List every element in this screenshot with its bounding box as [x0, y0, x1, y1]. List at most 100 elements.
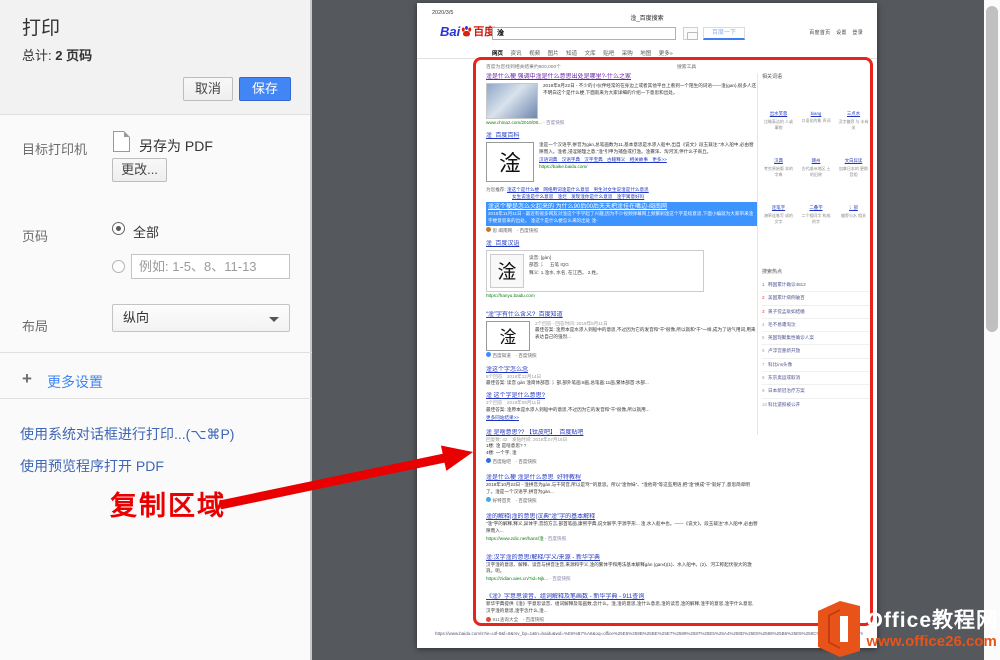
result-source: 百度贴吧 - 百度快照	[486, 458, 758, 465]
result-item: 淦 这个字是什么意思? 3个回答 2019年09月11日 最佳答案: 淦原本是水…	[486, 392, 758, 420]
system-dialog-print-link[interactable]: 使用系统对话框进行打印...(⌥⌘P)	[20, 424, 234, 444]
hot-search-item[interactable]: 3黄子佼孟耿如结婚	[762, 306, 870, 319]
snapshot-link[interactable]: - 百度快照	[543, 120, 564, 125]
cancel-button[interactable]: 取消	[183, 77, 233, 101]
related-words-title: 相关词语	[762, 73, 874, 80]
hot-search-item[interactable]: 5英国现聚集性确诊人案	[762, 332, 870, 345]
print-dialog-panel: 打印 总计: 2 页码 取消 保存 目标打印机 另存为 PDF 更改... 页码…	[0, 0, 312, 660]
result-title-link[interactable]: 淦是什么梗 淦是什么意思_好特教程	[486, 474, 758, 482]
hot-search-item[interactable]: 7科比ins头像	[762, 359, 870, 372]
text-selection-highlight: 淦这个梗是怎么火起来的 为什么90后00后天天把淦挂在嘴边-闽南网 2019年1…	[486, 202, 758, 226]
divider	[417, 58, 877, 59]
search-input[interactable]: 淦	[492, 27, 676, 40]
more-settings-link[interactable]: 更多设置	[47, 372, 103, 392]
related-word: 二叠字二个相同字 构成的字	[800, 205, 833, 224]
tieba-icon	[486, 458, 491, 463]
zhidao-icon	[486, 352, 491, 357]
result-title-link[interactable]: “淦”字有什么含义?_百度知道	[486, 311, 758, 319]
result-url: https://baike.baidu.com/	[539, 163, 757, 170]
hot-search-item[interactable]: 2美国累计病例破百	[762, 292, 870, 305]
result-item: 淦_百度汉语 淦 读音: [gàn] 部首: 氵 五笔 IQG 释义: 1.淦水…	[486, 240, 758, 299]
hot-search-item[interactable]: 10科比遗照被公开	[762, 399, 870, 411]
result-title-link[interactable]: 淦是什么梗 强调中淦是什么意思出处是哪里?-什么之家	[486, 73, 758, 81]
watermark-title: Office教程网	[866, 609, 998, 633]
result-url: https://zidian.aies.cn/?id=Njk...	[486, 576, 548, 581]
pages-all-label: 全部	[133, 222, 159, 241]
gan-character-image: 淦	[486, 142, 534, 182]
print-header-title: 淦_百度搜索	[417, 13, 877, 22]
save-button[interactable]: 保存	[239, 77, 291, 101]
result-item: “淦”字有什么含义?_百度知道 淦 2个回答 - 回答时间: 2019年8月11…	[486, 311, 758, 359]
layout-value: 纵向	[123, 310, 149, 325]
result-item: 淦:汉字淦的意思/解释/字义/来源 - 新华字典 汉字淦的意思、解释、读音与拼音…	[486, 554, 758, 583]
destination-label: 目标打印机	[22, 139, 87, 158]
baidu-paw-icon	[460, 25, 473, 38]
hot-search-item[interactable]: 6卢浮宫重新开放	[762, 345, 870, 358]
snapshot-link[interactable]: - 百度快照	[545, 536, 566, 541]
result-title-link[interactable]: 淦:汉字淦的意思/解释/字义/来源 - 新华字典	[486, 554, 758, 562]
result-title-link[interactable]: 淦这个梗是怎么火起来的 为什么90后00后天天把淦挂在嘴边-闽南网	[488, 203, 756, 211]
change-printer-button[interactable]: 更改...	[112, 158, 167, 182]
result-item: 淦是什么梗 强调中淦是什么意思出处是哪里?-什么之家 2019年8月22日 - …	[486, 73, 758, 126]
result-tabs[interactable]: 网页 资讯 视频 图片 知道 文库 贴吧 采购 地图 更多»	[492, 49, 673, 57]
hanyu-card: 淦 读音: [gàn] 部首: 氵 五笔 IQG 释义: 1.淦水, 水名, 在…	[486, 250, 704, 292]
hot-search-item[interactable]: 4毛不易遭淘汰	[762, 319, 870, 332]
result-title-link[interactable]: 淦这个字怎么念	[486, 366, 758, 374]
top-links[interactable]: 百度首页 设置 登录	[809, 29, 863, 36]
baidu-search-button[interactable]: 百度一下	[703, 27, 745, 40]
result-item-selected: 淦这个梗是怎么火起来的 为什么90后00后天天把淦挂在嘴边-闽南网 2019年1…	[486, 202, 758, 234]
related-word: 连笔字潦草连笔写 成的文字	[762, 205, 795, 224]
camera-icon[interactable]	[683, 27, 698, 40]
gan-character-image: 淦	[486, 321, 530, 351]
more-site-results-link[interactable]: 更多同站结果>>	[486, 414, 758, 421]
hot-search-title: 搜索热点	[762, 268, 870, 275]
related-word: biang口语化的象 声词	[800, 111, 833, 130]
recommend-row: 为您推荐: 淦这个是什么梗 网络用词淦是什么意思 男生对女生说淦是什么意思 女生…	[486, 186, 758, 200]
hot-search-item[interactable]: 8东京奥运或取消	[762, 372, 870, 385]
divider	[0, 352, 312, 353]
copy-area-annotation: 复制区域	[110, 484, 226, 523]
layout-dropdown[interactable]: 纵向	[112, 304, 290, 332]
preview-scrollbar[interactable]	[984, 0, 1000, 660]
result-title-link[interactable]: 淦的解释|淦的意思|汉典“淦”字的基本解释	[486, 513, 758, 521]
related-word: 汉典考究原始版 本的字典	[762, 158, 795, 177]
related-word: 出水芙蓉比喻高洁的 人或事物	[762, 111, 795, 130]
result-url: www.chinaz.com/2019/08...	[486, 120, 542, 125]
gan-character-image: 淦	[490, 254, 524, 288]
pages-custom-radio[interactable]	[112, 260, 125, 273]
result-title-link[interactable]: 淦_百度汉语	[486, 240, 758, 248]
result-item: 淦是什么梗 淦是什么意思_好特教程 2019年10月22日 - 淦拼音为gàn,…	[486, 474, 758, 504]
result-source: 好特首页 - 百度快照	[486, 497, 758, 504]
destination-value: 另存为 PDF	[139, 136, 213, 156]
hot-search-item[interactable]: 9日本新冠治疗方案	[762, 385, 870, 398]
baidu-logo: Bai 百度	[440, 23, 495, 39]
pdf-document-icon	[113, 131, 130, 152]
tab-web[interactable]: 网页	[492, 51, 503, 57]
open-pdf-preview-link[interactable]: 使用预览程序打开 PDF	[20, 456, 164, 476]
hot-search-item[interactable]: 1韩国累计确诊4812	[762, 279, 870, 292]
recommend-links[interactable]: 淦这个是什么梗 网络用词淦是什么意思 男生对女生说淦是什么意思	[507, 187, 649, 192]
related-word: 氵部偏旁与水 相关	[837, 205, 870, 224]
result-item: 淦的解释|淦的意思|汉典“淦”字的基本解释 “淦”字的解释,释义,异体字,音韵方…	[486, 513, 758, 542]
related-word: 赣州古代虔州地区 土的旧称	[800, 158, 833, 177]
search-results: 淦是什么梗 强调中淦是什么意思出处是哪里?-什么之家 2019年8月22日 - …	[486, 73, 758, 623]
result-stats: 百度为您找到相关结果约800,000个 搜索工具	[486, 63, 766, 70]
site-icon	[486, 227, 491, 232]
divider	[0, 398, 312, 399]
pages-all-radio[interactable]	[112, 222, 125, 235]
pages-range-input[interactable]	[131, 254, 290, 279]
result-item: 淦_百度百科 淦 淦是一个汉语字,拼音为gàn,总笔画数为11,基本意思是水渗入…	[486, 132, 758, 182]
result-item: 《淦》字意思读音、组词解释及笔画数 - 新华字典 - 911查询 新华字典提供《…	[486, 593, 758, 623]
result-title-link[interactable]: 淦 是啥意思?? 【钛皮吧】_百度贴吧	[486, 429, 758, 437]
scrollbar-thumb[interactable]	[986, 6, 998, 332]
hot-search-list: 搜索热点 1韩国累计确诊4812 2美国累计病例破百 3黄子佼孟耿如结婚 4毛不…	[762, 268, 870, 411]
search-tools-link[interactable]: 搜索工具	[677, 63, 696, 70]
recommend-links[interactable]: 女生说淦是什么意思 淦烂 发现淦你是什么意思 淦字寓意好吗	[512, 194, 644, 199]
snapshot-link[interactable]: - 百度快照	[549, 576, 570, 581]
baike-sublinks[interactable]: 汉语词典 汉语字典 汉字宝典 古籍释义 相关故事 更多>>	[539, 156, 757, 163]
result-url: https://www.zdic.net/hans/淦	[486, 536, 544, 541]
result-title-link[interactable]: 淦_百度百科	[486, 132, 758, 140]
result-item: 淦 是啥意思?? 【钛皮吧】_百度贴吧 回复数: 42 发贴时间: 2019年0…	[486, 429, 758, 465]
watermark-url: www.office26.com	[866, 633, 998, 650]
office-logo-icon	[816, 600, 862, 658]
